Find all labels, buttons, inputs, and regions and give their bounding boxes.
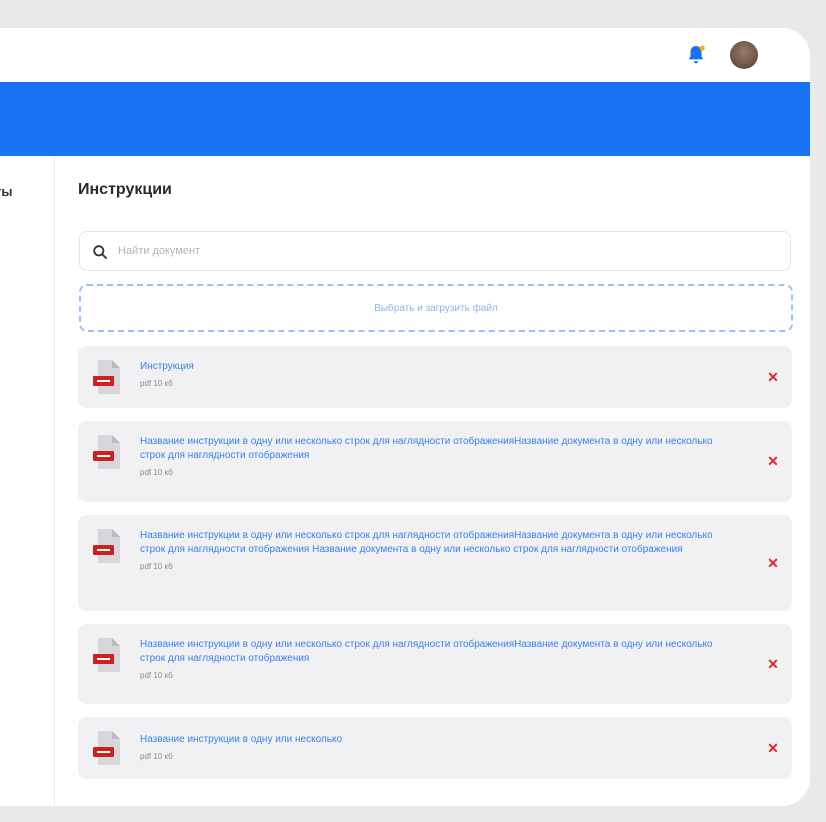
list-item[interactable]: Название инструкции в одну или несколько… [78,515,792,611]
sidebar-item-label[interactable]: ты [0,184,12,199]
pdf-file-icon [93,435,120,469]
document-link[interactable]: Инструкция [140,360,740,374]
pdf-file-icon [93,360,120,394]
pdf-file-icon [93,638,120,672]
close-icon[interactable]: ✕ [766,657,780,671]
list-item[interactable]: Название инструкции в одну или несколько… [78,624,792,704]
document-link[interactable]: Название инструкции в одну или несколько… [140,638,740,666]
close-icon[interactable]: ✕ [766,741,780,755]
app-window: ты Инструкции Выбрать и загрузить файл И… [0,28,810,806]
header-banner [0,82,810,156]
search-input[interactable] [118,232,758,270]
user-avatar[interactable] [730,41,758,69]
document-meta: pdf 10 кб [140,752,173,761]
upload-dropzone[interactable]: Выбрать и загрузить файл [79,284,793,332]
pdf-file-icon [93,529,120,563]
top-bar [0,28,810,82]
document-meta: pdf 10 кб [140,468,173,477]
document-link[interactable]: Название инструкции в одну или несколько [140,733,740,747]
list-item[interactable]: Инструкция pdf 10 кб ✕ [78,346,792,408]
document-link[interactable]: Название инструкции в одну или несколько… [140,529,740,557]
document-meta: pdf 10 кб [140,379,173,388]
document-meta: pdf 10 кб [140,671,173,680]
close-icon[interactable]: ✕ [766,556,780,570]
sidebar: ты [0,156,55,806]
search-box[interactable] [79,231,791,271]
search-icon [93,245,107,259]
list-item[interactable]: Название инструкции в одну или несколько… [78,421,792,502]
page-title: Инструкции [78,181,172,198]
main-content: Инструкции Выбрать и загрузить файл Инст… [56,156,810,806]
close-icon[interactable]: ✕ [766,370,780,384]
list-item[interactable]: Название инструкции в одну или несколько… [78,717,792,779]
bell-icon[interactable] [684,43,708,67]
pdf-file-icon [93,731,120,765]
document-meta: pdf 10 кб [140,562,173,571]
document-link[interactable]: Название инструкции в одну или несколько… [140,435,740,463]
close-icon[interactable]: ✕ [766,454,780,468]
notification-dot [699,45,705,51]
document-list: Инструкция pdf 10 кб ✕ Название инструкц… [78,346,792,792]
